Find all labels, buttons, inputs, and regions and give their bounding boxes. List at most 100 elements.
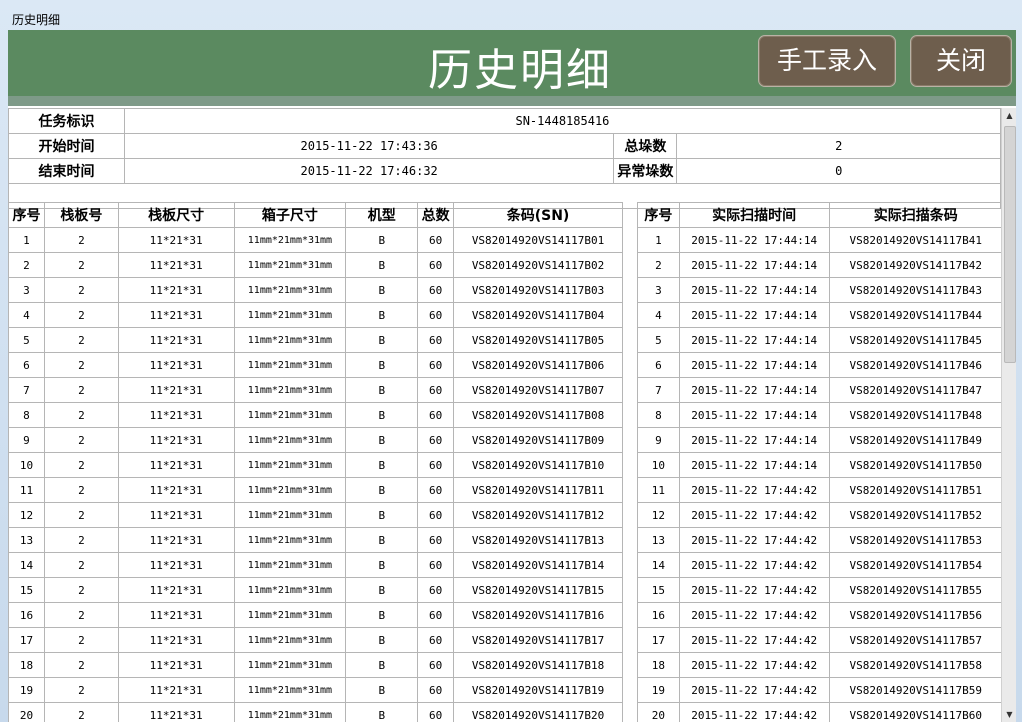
window-client: 历史明细 手工录入 关闭 任务标识 SN-1448185416 开始时间 201… <box>8 30 1016 722</box>
pallet-row[interactable]: 2 2 11*21*31 11mm*21mm*31mm B 60 VS82014920VS1… <box>8 252 623 278</box>
scan-row[interactable]: 12 2015-11-22 17:44:42 VS82014920VS14117B5… <box>637 502 1004 528</box>
scan-column-header[interactable]: 序号 <box>637 202 680 228</box>
pallet-row[interactable]: 12 2 11*21*31 11mm*21mm*31mm B 60 VS82014920VS… <box>8 502 623 528</box>
scan-row[interactable]: 18 2015-11-22 17:44:42 VS82014920VS14117B5… <box>637 652 1004 678</box>
pallet-column-header[interactable]: 条码(SN) <box>453 202 623 228</box>
scan-row[interactable]: 17 2015-11-22 17:44:42 VS82014920VS14117B5… <box>637 627 1004 653</box>
pallet-cell: 11*21*31 <box>117 477 235 503</box>
scan-cell: VS82014920VS14117B49 <box>828 427 1004 453</box>
pallet-cell: 11mm*21mm*31mm <box>233 677 347 703</box>
pallet-cell: 11*21*31 <box>117 602 235 628</box>
manual-entry-button[interactable]: 手工录入 <box>758 35 896 87</box>
pallet-cell: 11*21*31 <box>117 427 235 453</box>
pallet-cell: 2 <box>43 627 119 653</box>
pallet-cell: 60 <box>417 577 455 603</box>
pallet-cell: 2 <box>43 677 119 703</box>
pallet-cell: 60 <box>417 277 455 303</box>
pallet-row[interactable]: 8 2 11*21*31 11mm*21mm*31mm B 60 VS82014920VS1… <box>8 402 623 428</box>
pallet-cell: 60 <box>417 477 455 503</box>
pallet-row[interactable]: 20 2 11*21*31 11mm*21mm*31mm B 60 VS82014920VS… <box>8 702 623 722</box>
pallet-cell: 2 <box>43 377 119 403</box>
pallet-row[interactable]: 9 2 11*21*31 11mm*21mm*31mm B 60 VS82014920VS1… <box>8 427 623 453</box>
scan-row[interactable]: 13 2015-11-22 17:44:42 VS82014920VS14117B5… <box>637 527 1004 553</box>
end-time-value: 2015-11-22 17:46:32 <box>123 158 615 184</box>
scrollbar-thumb[interactable] <box>1004 126 1016 363</box>
scan-row[interactable]: 19 2015-11-22 17:44:42 VS82014920VS14117B5… <box>637 677 1004 703</box>
pallet-column-header[interactable]: 箱子尺寸 <box>233 202 347 228</box>
scan-row[interactable]: 9 2015-11-22 17:44:14 VS82014920VS14117B49 <box>637 427 1004 453</box>
scan-cell: 14 <box>637 552 680 578</box>
scan-row[interactable]: 20 2015-11-22 17:44:42 VS82014920VS14117B6… <box>637 702 1004 722</box>
scan-cell: 10 <box>637 452 680 478</box>
pallet-cell: 9 <box>8 427 45 453</box>
pallet-row[interactable]: 14 2 11*21*31 11mm*21mm*31mm B 60 VS82014920VS… <box>8 552 623 578</box>
pallet-cell: 60 <box>417 452 455 478</box>
pallet-cell: 11mm*21mm*31mm <box>233 377 347 403</box>
pallet-cell: VS82014920VS14117B08 <box>453 402 623 428</box>
pallet-column-header[interactable]: 栈板尺寸 <box>117 202 235 228</box>
task-info-table: 任务标识 SN-1448185416 开始时间 2015-11-22 17:43… <box>8 108 1002 209</box>
scan-row[interactable]: 4 2015-11-22 17:44:14 VS82014920VS14117B44 <box>637 302 1004 328</box>
window-titlebar[interactable]: 历史明细 <box>0 0 1022 30</box>
pallet-cell: 11mm*21mm*31mm <box>233 427 347 453</box>
pallet-cell: 2 <box>43 252 119 278</box>
pallet-cell: VS82014920VS14117B15 <box>453 577 623 603</box>
scan-row[interactable]: 11 2015-11-22 17:44:42 VS82014920VS14117B5… <box>637 477 1004 503</box>
scan-cell: 2015-11-22 17:44:14 <box>678 302 830 328</box>
pallet-cell: 1 <box>8 227 45 253</box>
pallet-row[interactable]: 11 2 11*21*31 11mm*21mm*31mm B 60 VS82014920VS… <box>8 477 623 503</box>
pallet-row[interactable]: 18 2 11*21*31 11mm*21mm*31mm B 60 VS82014920VS… <box>8 652 623 678</box>
scan-row[interactable]: 8 2015-11-22 17:44:14 VS82014920VS14117B48 <box>637 402 1004 428</box>
close-button[interactable]: 关闭 <box>910 35 1012 87</box>
scan-row[interactable]: 3 2015-11-22 17:44:14 VS82014920VS14117B43 <box>637 277 1004 303</box>
scan-cell: VS82014920VS14117B47 <box>828 377 1004 403</box>
pallet-cell: 5 <box>8 327 45 353</box>
scan-row[interactable]: 1 2015-11-22 17:44:14 VS82014920VS14117B41 <box>637 227 1004 253</box>
scan-row[interactable]: 16 2015-11-22 17:44:42 VS82014920VS14117B5… <box>637 602 1004 628</box>
scroll-up-icon[interactable]: ▲ <box>1002 108 1016 123</box>
pallet-row[interactable]: 17 2 11*21*31 11mm*21mm*31mm B 60 VS82014920VS… <box>8 627 623 653</box>
pallet-cell: 60 <box>417 252 455 278</box>
scan-cell: 2015-11-22 17:44:14 <box>678 252 830 278</box>
scan-cell: 4 <box>637 302 680 328</box>
scan-row[interactable]: 14 2015-11-22 17:44:42 VS82014920VS14117B5… <box>637 552 1004 578</box>
pallet-row[interactable]: 1 2 11*21*31 11mm*21mm*31mm B 60 VS82014920VS1… <box>8 227 623 253</box>
scan-row[interactable]: 10 2015-11-22 17:44:14 VS82014920VS14117B5… <box>637 452 1004 478</box>
pallet-row[interactable]: 7 2 11*21*31 11mm*21mm*31mm B 60 VS82014920VS1… <box>8 377 623 403</box>
scan-cell: VS82014920VS14117B48 <box>828 402 1004 428</box>
pallet-cell: 60 <box>417 702 455 722</box>
start-time-value: 2015-11-22 17:43:36 <box>123 133 615 159</box>
pallet-row[interactable]: 13 2 11*21*31 11mm*21mm*31mm B 60 VS82014920VS… <box>8 527 623 553</box>
pallet-cell: 11*21*31 <box>117 577 235 603</box>
scan-row[interactable]: 7 2015-11-22 17:44:14 VS82014920VS14117B47 <box>637 377 1004 403</box>
pallet-cell: VS82014920VS14117B07 <box>453 377 623 403</box>
pallet-row[interactable]: 16 2 11*21*31 11mm*21mm*31mm B 60 VS82014920VS… <box>8 602 623 628</box>
scroll-down-icon[interactable]: ▼ <box>1002 707 1016 722</box>
pallet-cell: 2 <box>43 277 119 303</box>
vertical-scrollbar[interactable]: ▲ ▼ <box>1001 108 1016 722</box>
scan-row[interactable]: 2 2015-11-22 17:44:14 VS82014920VS14117B42 <box>637 252 1004 278</box>
pallet-column-header[interactable]: 机型 <box>345 202 419 228</box>
scan-cell: 11 <box>637 477 680 503</box>
scan-row[interactable]: 5 2015-11-22 17:44:14 VS82014920VS14117B45 <box>637 327 1004 353</box>
pallet-cell: 11*21*31 <box>117 327 235 353</box>
pallet-row[interactable]: 19 2 11*21*31 11mm*21mm*31mm B 60 VS82014920VS… <box>8 677 623 703</box>
pallet-cell: 2 <box>43 302 119 328</box>
pallet-column-header[interactable]: 总数 <box>417 202 455 228</box>
pallet-row[interactable]: 6 2 11*21*31 11mm*21mm*31mm B 60 VS82014920VS1… <box>8 352 623 378</box>
scan-column-header[interactable]: 实际扫描时间 <box>678 202 830 228</box>
pallet-row[interactable]: 4 2 11*21*31 11mm*21mm*31mm B 60 VS82014920VS1… <box>8 302 623 328</box>
pallet-row[interactable]: 15 2 11*21*31 11mm*21mm*31mm B 60 VS82014920VS… <box>8 577 623 603</box>
pallet-cell: B <box>345 377 419 403</box>
scan-column-header[interactable]: 实际扫描条码 <box>828 202 1004 228</box>
pallet-column-header[interactable]: 序号 <box>8 202 45 228</box>
scan-cell: 2015-11-22 17:44:42 <box>678 652 830 678</box>
pallet-column-header[interactable]: 栈板号 <box>43 202 119 228</box>
scan-row[interactable]: 6 2015-11-22 17:44:14 VS82014920VS14117B46 <box>637 352 1004 378</box>
scan-row[interactable]: 15 2015-11-22 17:44:42 VS82014920VS14117B5… <box>637 577 1004 603</box>
header-divider <box>8 96 1016 106</box>
pallet-row[interactable]: 10 2 11*21*31 11mm*21mm*31mm B 60 VS82014920VS… <box>8 452 623 478</box>
pallet-cell: VS82014920VS14117B18 <box>453 652 623 678</box>
pallet-row[interactable]: 3 2 11*21*31 11mm*21mm*31mm B 60 VS82014920VS1… <box>8 277 623 303</box>
pallet-row[interactable]: 5 2 11*21*31 11mm*21mm*31mm B 60 VS82014920VS1… <box>8 327 623 353</box>
